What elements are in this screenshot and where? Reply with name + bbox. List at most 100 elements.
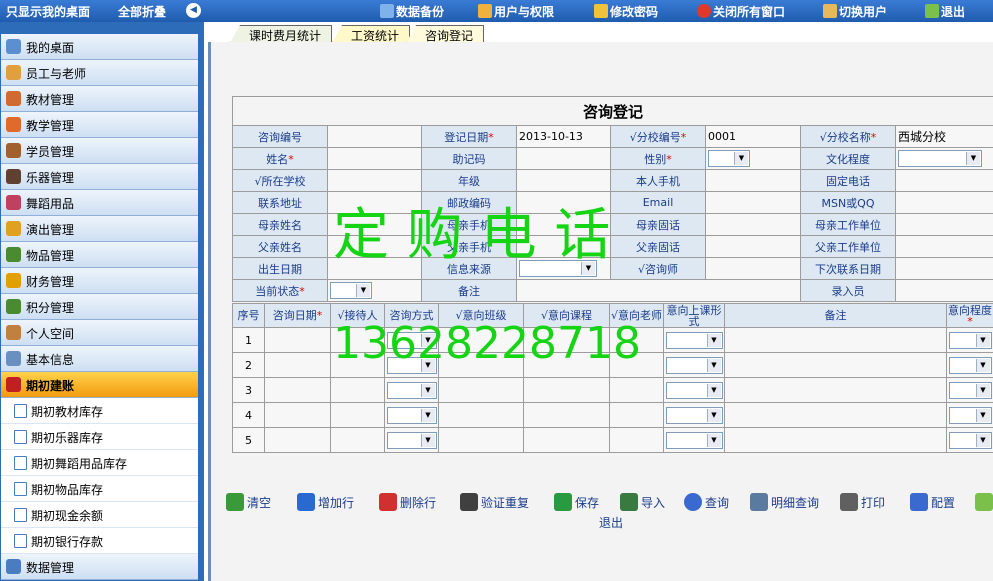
remark-cell[interactable] <box>724 427 947 453</box>
format-select[interactable]: ▼ <box>665 356 723 374</box>
grade-field[interactable] <box>516 169 611 192</box>
mobile-field[interactable] <box>705 169 801 192</box>
course-cell[interactable] <box>523 377 610 403</box>
receptionist-cell[interactable] <box>330 402 385 428</box>
mother-work-field[interactable] <box>894 213 993 236</box>
phone-field[interactable] <box>894 169 993 192</box>
exit-label[interactable]: 退出 <box>599 514 623 531</box>
sidebar-subitem-bank-deposit[interactable]: 期初银行存款 <box>1 528 198 554</box>
sidebar-subitem-textbook-stock[interactable]: 期初教材库存 <box>1 398 198 424</box>
class-cell[interactable] <box>438 402 524 428</box>
sidebar-item-basic-info[interactable]: 基本信息 <box>1 346 198 372</box>
sidebar-item-items[interactable]: 物品管理 <box>1 242 198 268</box>
sidebar-item-finance[interactable]: 财务管理 <box>1 268 198 294</box>
teacher-cell[interactable] <box>609 402 664 428</box>
class-cell[interactable] <box>438 377 524 403</box>
date-cell[interactable] <box>264 402 331 428</box>
delete-row-button[interactable]: 删除行 <box>379 493 436 513</box>
branch-no-field[interactable]: 0001 <box>705 125 801 148</box>
school-field[interactable] <box>327 169 422 192</box>
backup-button[interactable]: 数据备份 <box>380 3 444 20</box>
save-button[interactable]: 保存 <box>554 493 599 513</box>
sidebar-item-opening-ledger[interactable]: 期初建账 <box>1 372 198 398</box>
sidebar-item-performance[interactable]: 演出管理 <box>1 216 198 242</box>
course-cell[interactable] <box>523 427 610 453</box>
change-password-button[interactable]: 修改密码 <box>594 3 658 20</box>
method-select[interactable]: ▼ <box>386 431 437 449</box>
reg-date-field[interactable]: 2013-10-13 <box>516 125 611 148</box>
father-work-field[interactable] <box>894 235 993 258</box>
chevron-left-icon[interactable]: ◀ <box>186 3 201 18</box>
remark-cell[interactable] <box>724 402 947 428</box>
collapse-all-link[interactable]: 全部折叠 <box>118 3 166 20</box>
sidebar-item-staff[interactable]: 员工与老师 <box>1 60 198 86</box>
sidebar-item-students[interactable]: 学员管理 <box>1 138 198 164</box>
mother-phone-field[interactable] <box>705 213 801 236</box>
level-select[interactable]: ▼ <box>948 406 992 424</box>
level-select[interactable]: ▼ <box>948 381 992 399</box>
status-select[interactable]: ▼ <box>330 282 372 299</box>
receptionist-cell[interactable] <box>330 377 385 403</box>
date-cell[interactable] <box>264 352 331 378</box>
remark-cell[interactable] <box>724 327 947 353</box>
class-cell[interactable] <box>438 427 524 453</box>
sidebar-item-desktop[interactable]: 我的桌面 <box>1 34 198 60</box>
config-button[interactable]: 配置 <box>910 493 955 513</box>
branch-name-field[interactable]: 西城分校 <box>894 125 993 148</box>
sidebar-subitem-cash-balance[interactable]: 期初现金余额 <box>1 502 198 528</box>
format-select[interactable]: ▼ <box>665 431 723 449</box>
teacher-cell[interactable] <box>609 427 664 453</box>
switch-user-button[interactable]: 切换用户 <box>823 3 887 20</box>
sidebar-item-data-management[interactable]: 数据管理 <box>1 554 198 580</box>
remark-cell[interactable] <box>724 377 947 403</box>
sidebar-item-teaching[interactable]: 教学管理 <box>1 112 198 138</box>
close-all-windows-button[interactable]: 关闭所有窗口 <box>697 3 785 20</box>
sidebar-item-dance[interactable]: 舞蹈用品 <box>1 190 198 216</box>
sidebar-item-personal[interactable]: 个人空间 <box>1 320 198 346</box>
clear-button[interactable]: 清空 <box>226 493 271 513</box>
level-select[interactable]: ▼ <box>948 331 992 349</box>
format-select[interactable]: ▼ <box>665 381 723 399</box>
tab-consultation-register[interactable]: 咨询登记 <box>406 25 485 43</box>
education-select[interactable]: ▼ <box>898 150 982 167</box>
sidebar-item-points[interactable]: 积分管理 <box>1 294 198 320</box>
father-phone-field[interactable] <box>705 235 801 258</box>
tab-lesson-fee-stats[interactable]: 课时费月统计 <box>230 25 333 43</box>
method-select[interactable]: ▼ <box>386 381 437 399</box>
remark-field[interactable] <box>516 279 801 302</box>
level-select[interactable]: ▼ <box>948 431 992 449</box>
add-row-button[interactable]: 增加行 <box>297 493 354 513</box>
consult-no-field[interactable] <box>327 125 422 148</box>
mnemonic-field[interactable] <box>516 147 611 170</box>
sidebar-subitem-items-stock[interactable]: 期初物品库存 <box>1 476 198 502</box>
sidebar-item-textbooks[interactable]: 教材管理 <box>1 86 198 112</box>
date-cell[interactable] <box>264 327 331 353</box>
sidebar-item-instruments[interactable]: 乐器管理 <box>1 164 198 190</box>
search-button[interactable]: 查询 <box>684 493 729 513</box>
receptionist-cell[interactable] <box>330 427 385 453</box>
date-cell[interactable] <box>264 377 331 403</box>
msn-field[interactable] <box>894 191 993 214</box>
level-select[interactable]: ▼ <box>948 356 992 374</box>
print-button[interactable]: 打印 <box>840 493 885 513</box>
consultant-field[interactable] <box>705 257 801 280</box>
import-button[interactable]: 导入 <box>620 493 665 513</box>
email-field[interactable] <box>705 191 801 214</box>
exit-button[interactable]: 退出 <box>925 3 965 20</box>
date-cell[interactable] <box>264 427 331 453</box>
sidebar-subitem-instrument-stock[interactable]: 期初乐器库存 <box>1 424 198 450</box>
format-select[interactable]: ▼ <box>665 331 723 349</box>
exit-form-button[interactable] <box>975 493 993 513</box>
sidebar-subitem-dance-stock[interactable]: 期初舞蹈用品库存 <box>1 450 198 476</box>
remark-cell[interactable] <box>724 352 947 378</box>
tab-salary-stats[interactable]: 工资统计 <box>332 25 411 43</box>
detail-search-button[interactable]: 明细查询 <box>750 493 819 513</box>
teacher-cell[interactable] <box>609 377 664 403</box>
show-desktop-link[interactable]: 只显示我的桌面 <box>6 3 90 20</box>
entered-by-field[interactable] <box>894 279 993 302</box>
gender-select[interactable]: ▼ <box>708 150 750 167</box>
course-cell[interactable] <box>523 402 610 428</box>
users-permissions-button[interactable]: 用户与权限 <box>478 3 554 20</box>
method-select[interactable]: ▼ <box>386 406 437 424</box>
next-contact-field[interactable] <box>894 257 993 280</box>
